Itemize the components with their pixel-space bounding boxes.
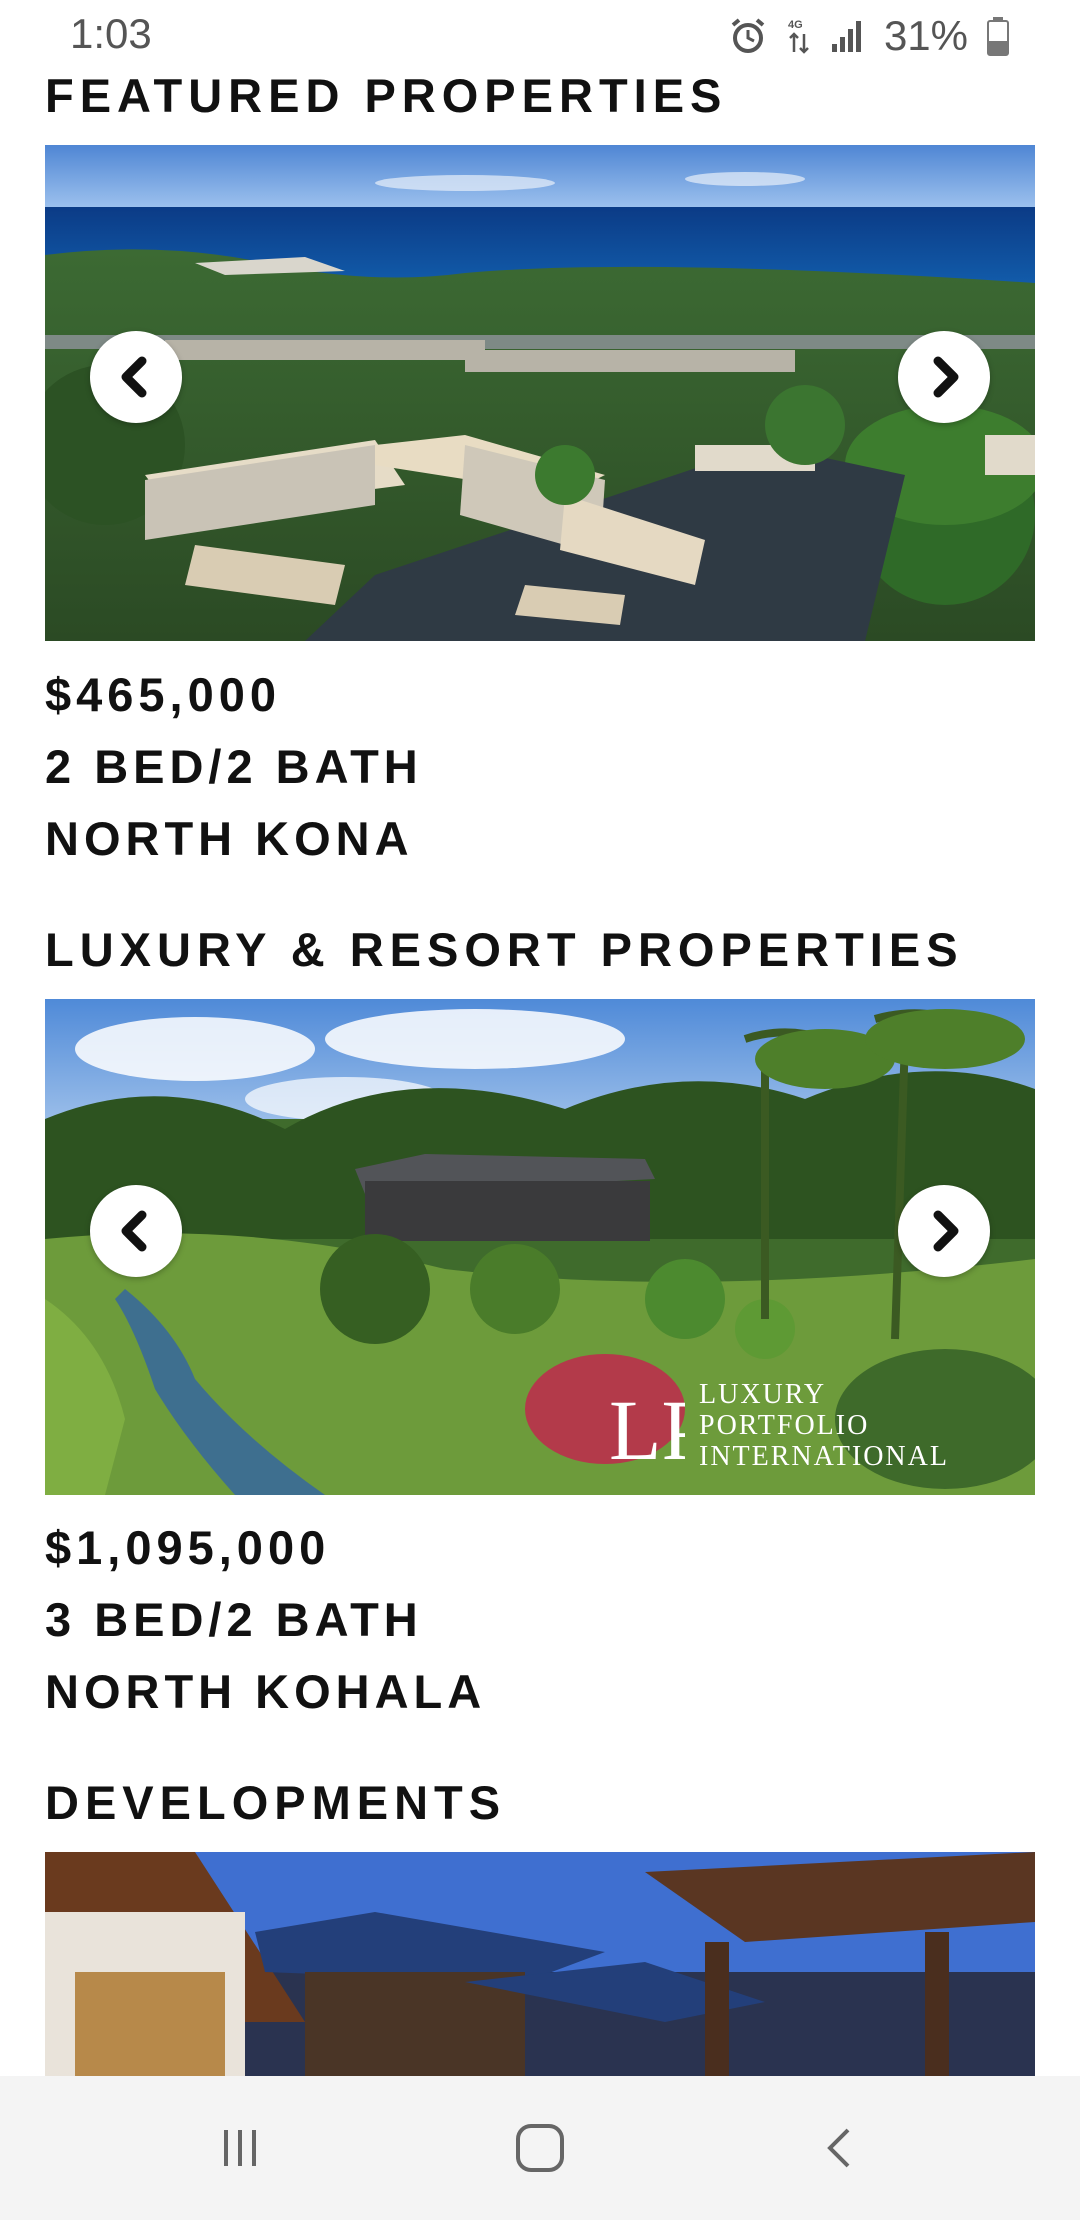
battery-icon [987, 17, 1009, 56]
battery-percent: 31% [883, 12, 968, 59]
chevron-left-icon [121, 1210, 147, 1252]
chevron-right-icon [933, 1210, 959, 1252]
development-pavilion-photo [45, 1852, 1035, 2076]
system-nav-bar [0, 2076, 1080, 2220]
luxury-portfolio-logo: LP [609, 1382, 685, 1471]
luxury-location: NORTH KOHALA [45, 1665, 487, 1718]
featured-location: NORTH KONA [45, 812, 414, 865]
carousel-prev-button[interactable] [90, 1185, 182, 1277]
back-icon [827, 2128, 850, 2168]
watermark-line-1: LUXURY [699, 1379, 827, 1410]
alarm-icon [731, 18, 765, 53]
status-bar: 1:03 4G 31% [0, 0, 1080, 72]
recent-apps-button[interactable] [200, 2116, 280, 2180]
luxury-listing-image[interactable]: LP LUXURY PORTFOLIO INTERNATIONAL [45, 999, 1035, 1495]
signal-icon [831, 21, 861, 52]
featured-listing-image[interactable] [45, 145, 1035, 641]
home-icon [516, 2124, 564, 2172]
featured-beds-baths: 2 BED/2 BATH [45, 740, 423, 793]
chevron-right-icon [933, 356, 959, 398]
carousel-next-button[interactable] [898, 1185, 990, 1277]
home-button[interactable] [500, 2116, 580, 2180]
status-time: 1:03 [70, 10, 152, 57]
svg-text:LP: LP [609, 1382, 685, 1471]
watermark-line-3: INTERNATIONAL [699, 1441, 949, 1472]
carousel-next-button[interactable] [898, 331, 990, 423]
chevron-left-icon [121, 356, 147, 398]
luxury-beds-baths: 3 BED/2 BATH [45, 1593, 423, 1646]
back-button[interactable] [800, 2116, 880, 2180]
carousel-prev-button[interactable] [90, 331, 182, 423]
svg-text:4G: 4G [788, 19, 803, 31]
section-title-featured: FEATURED PROPERTIES [45, 69, 728, 122]
lte-data-icon: 4G [788, 19, 809, 54]
watermark-line-2: PORTFOLIO [699, 1410, 870, 1441]
status-icons: 4G 31% [728, 10, 1010, 62]
luxury-price: $1,095,000 [45, 1521, 331, 1574]
developments-listing-image[interactable] [45, 1852, 1035, 2076]
featured-price: $465,000 [45, 668, 282, 721]
condo-aerial-photo [45, 145, 1035, 641]
section-title-developments: DEVELOPMENTS [45, 1776, 507, 1829]
recent-apps-icon [224, 2130, 256, 2166]
luxury-portfolio-watermark: LP LUXURY PORTFOLIO INTERNATIONAL [605, 1379, 949, 1472]
section-title-luxury: LUXURY & RESORT PROPERTIES [45, 923, 964, 976]
